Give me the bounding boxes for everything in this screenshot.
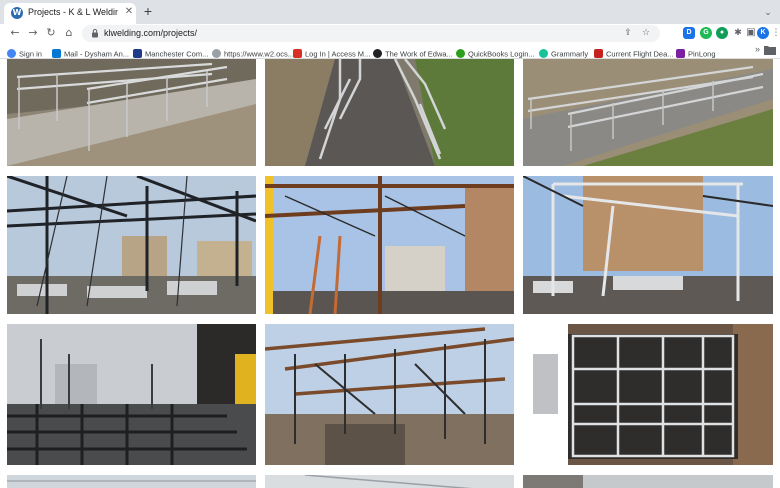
bookmark-icon <box>539 49 548 59</box>
mail-icon <box>52 49 61 59</box>
globe-icon <box>212 49 221 59</box>
puzzle-icon[interactable]: ✱ <box>732 27 744 39</box>
steel-frame-image <box>7 176 256 314</box>
roof-deck-grid-image <box>7 324 256 465</box>
close-tab-icon[interactable]: ✕ <box>123 6 135 18</box>
back-button[interactable]: ← <box>8 26 22 40</box>
window-frame-image <box>523 324 773 465</box>
handrail-ramp-image <box>265 59 514 166</box>
handrail-ramp-image <box>523 59 773 166</box>
sidebar-icon[interactable]: ▣ <box>745 27 757 39</box>
project-photo[interactable] <box>7 176 256 314</box>
bookmark-item[interactable]: PinLong <box>676 45 716 59</box>
bookmark-icon <box>676 49 685 59</box>
bookmark-icon <box>293 49 302 59</box>
lock-icon <box>92 29 98 38</box>
extension-g-icon[interactable]: G <box>700 27 712 39</box>
steel-frame-image <box>523 176 773 314</box>
project-gallery <box>0 59 780 488</box>
extension-d-icon[interactable]: D <box>683 27 695 39</box>
project-photo[interactable] <box>7 59 256 166</box>
handrail-ramp-image <box>7 59 256 166</box>
bookmark-item[interactable]: Sign in <box>7 45 42 59</box>
browser-tab[interactable]: W Projects - K & L Welding ✕ <box>4 3 136 24</box>
address-bar[interactable]: klwelding.com/projects/ ⇪ ☆ <box>82 25 660 42</box>
url-text: klwelding.com/projects/ <box>104 28 198 38</box>
project-image <box>265 475 514 488</box>
bookmark-item[interactable]: Log In | Access M... <box>293 45 370 59</box>
bookmark-item[interactable]: Mail - Dysham An... <box>52 45 129 59</box>
project-photo[interactable] <box>265 475 514 488</box>
share-icon[interactable]: ⇪ <box>622 27 634 39</box>
project-photo[interactable] <box>265 59 514 166</box>
chevron-down-icon[interactable]: ⌄ <box>762 6 774 18</box>
project-photo[interactable] <box>523 324 773 465</box>
menu-icon[interactable]: ⋮ <box>770 27 780 39</box>
bookmarks-bar: Sign in Mail - Dysham An... Manchester C… <box>0 43 780 59</box>
home-button[interactable]: ⌂ <box>62 26 76 40</box>
bookmark-item[interactable]: Current Flight Dea... <box>594 45 674 59</box>
project-photo[interactable] <box>7 475 256 488</box>
project-photo[interactable] <box>7 324 256 465</box>
bookmark-icon <box>133 49 142 59</box>
bookmark-item[interactable]: QuickBooks Login... <box>456 45 535 59</box>
project-image <box>7 475 256 488</box>
browser-toolbar: ← → ↻ ⌂ klwelding.com/projects/ ⇪ ☆ D G … <box>0 24 780 43</box>
folder-icon[interactable] <box>764 45 776 55</box>
steel-frame-image <box>265 176 514 314</box>
bookmark-item[interactable]: The Work of Edwa... <box>373 45 453 59</box>
project-photo[interactable] <box>523 59 773 166</box>
project-photo[interactable] <box>523 475 773 488</box>
bookmark-icon <box>594 49 603 59</box>
tab-title: Projects - K & L Welding <box>28 7 118 17</box>
extension-green-icon[interactable]: ● <box>716 27 728 39</box>
project-photo[interactable] <box>265 324 514 465</box>
more-bookmarks-icon[interactable]: » <box>755 44 760 54</box>
new-tab-button[interactable]: + <box>141 4 155 18</box>
tab-strip: W Projects - K & L Welding ✕ + ⌄ <box>0 0 780 24</box>
bookmark-item[interactable]: Manchester Com... <box>133 45 208 59</box>
wordpress-icon: W <box>11 7 23 19</box>
google-icon <box>7 49 16 59</box>
profile-avatar[interactable]: K <box>757 27 769 39</box>
project-photo[interactable] <box>523 176 773 314</box>
bookmark-item[interactable]: https://www.w2.ocs... <box>212 45 294 59</box>
bookmark-star-icon[interactable]: ☆ <box>640 27 652 39</box>
forward-button[interactable]: → <box>26 26 40 40</box>
bookmark-icon <box>373 49 382 59</box>
reload-button[interactable]: ↻ <box>44 26 58 40</box>
bookmark-icon <box>456 49 465 59</box>
bookmark-item[interactable]: Grammarly <box>539 45 588 59</box>
project-photo[interactable] <box>265 176 514 314</box>
project-image <box>523 475 773 488</box>
steel-frame-image <box>265 324 514 465</box>
